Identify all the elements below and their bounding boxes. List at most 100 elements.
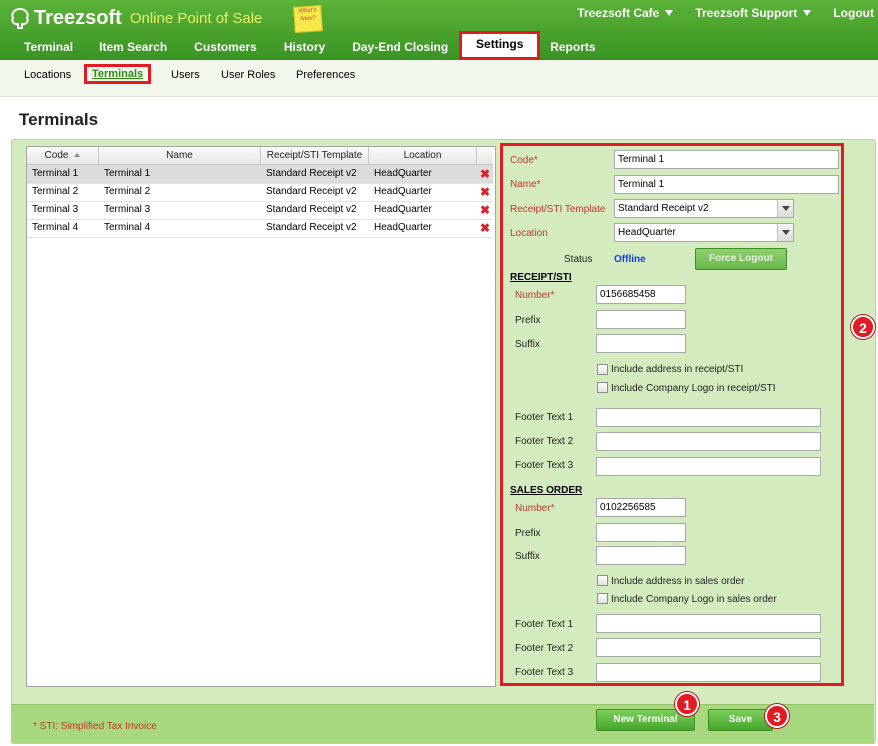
receipt-number-label: Number*	[515, 290, 555, 301]
save-button[interactable]: Save	[708, 709, 773, 731]
cell-code: Terminal 2	[32, 186, 79, 197]
col-header-template[interactable]: Receipt/STI Template	[261, 147, 369, 165]
nav-settings[interactable]: Settings	[459, 31, 541, 60]
cell-location: HeadQuarter	[374, 186, 432, 197]
nav-item-search[interactable]: Item Search	[99, 36, 167, 60]
callout-1: 1	[675, 692, 699, 716]
cell-code: Terminal 3	[32, 204, 79, 215]
status-label: Status	[564, 254, 593, 265]
brand-logo[interactable]: Treezsoft Online Point of Sale	[8, 5, 262, 31]
receipt-address-checkbox[interactable]	[597, 364, 608, 375]
chevron-down-icon	[777, 200, 793, 217]
cell-location: HeadQuarter	[374, 168, 432, 179]
cell-template: Standard Receipt v2	[266, 168, 357, 179]
chevron-down-icon	[665, 10, 674, 16]
cell-name: Terminal 3	[104, 204, 151, 215]
settings-subnav: Locations Terminals Users User Roles Pre…	[0, 60, 878, 97]
receipt-suffix-label: Suffix	[515, 339, 540, 350]
sort-asc-icon	[74, 153, 81, 157]
sales-prefix-field[interactable]	[596, 523, 686, 542]
sales-footer3-field[interactable]	[596, 663, 821, 682]
cell-location: HeadQuarter	[374, 204, 432, 215]
col-header-actions	[477, 147, 493, 165]
name-field[interactable]	[614, 175, 839, 194]
subnav-locations[interactable]: Locations	[24, 69, 71, 81]
nav-reports[interactable]: Reports	[550, 36, 595, 60]
support-menu[interactable]: Treezsoft Support	[695, 6, 812, 20]
name-label: Name*	[510, 179, 541, 190]
sales-logo-checkbox[interactable]	[597, 593, 608, 604]
receipt-logo-checkbox[interactable]	[597, 382, 608, 393]
support-menu-label: Treezsoft Support	[695, 6, 798, 20]
callout-2: 2	[851, 315, 875, 339]
template-select[interactable]: Standard Receipt v2	[614, 199, 794, 218]
sales-suffix-field[interactable]	[596, 546, 686, 565]
cell-template: Standard Receipt v2	[266, 186, 357, 197]
subnav-terminals[interactable]: Terminals	[84, 64, 152, 84]
receipt-footer3-label: Footer Text 3	[515, 460, 574, 471]
receipt-prefix-field[interactable]	[596, 310, 686, 329]
top-links: Treezsoft Cafe Treezsoft Support Logout	[577, 6, 878, 20]
delete-icon[interactable]: ✖	[480, 204, 490, 216]
nav-day-end-closing[interactable]: Day-End Closing	[352, 36, 448, 60]
receipt-footer3-field[interactable]	[596, 457, 821, 476]
subnav-preferences[interactable]: Preferences	[296, 69, 355, 81]
sales-footer2-field[interactable]	[596, 638, 821, 657]
receipt-footer1-field[interactable]	[596, 408, 821, 427]
delete-icon[interactable]: ✖	[480, 168, 490, 180]
col-header-name[interactable]: Name	[99, 147, 261, 165]
sales-logo-label: Include Company Logo in sales order	[611, 594, 777, 605]
receipt-footer2-field[interactable]	[596, 432, 821, 451]
col-header-code[interactable]: Code	[27, 147, 99, 165]
whats-new-sticker[interactable]: What's New?	[293, 5, 323, 33]
cafe-menu-label: Treezsoft Cafe	[577, 6, 660, 20]
code-field[interactable]	[614, 150, 839, 169]
table-row[interactable]: Terminal 4 Terminal 4 Standard Receipt v…	[27, 219, 493, 238]
receipt-footer2-label: Footer Text 2	[515, 436, 574, 447]
cell-name: Terminal 2	[104, 186, 151, 197]
sales-address-label: Include address in sales order	[611, 576, 745, 587]
sales-section-title: SALES ORDER	[510, 485, 583, 496]
location-select[interactable]: HeadQuarter	[614, 223, 794, 242]
subnav-users[interactable]: Users	[171, 69, 200, 81]
col-header-location[interactable]: Location	[369, 147, 477, 165]
receipt-address-label: Include address in receipt/STI	[611, 364, 744, 375]
sales-address-checkbox[interactable]	[597, 575, 608, 586]
force-logout-button[interactable]: Force Logout	[695, 248, 787, 270]
location-select-value: HeadQuarter	[618, 227, 676, 238]
nav-customers[interactable]: Customers	[194, 36, 257, 60]
table-row[interactable]: Terminal 3 Terminal 3 Standard Receipt v…	[27, 201, 493, 220]
receipt-suffix-field[interactable]	[596, 334, 686, 353]
app-header: Treezsoft Online Point of Sale What's Ne…	[0, 0, 878, 60]
tree-logo-icon	[11, 7, 29, 29]
subnav-user-roles[interactable]: User Roles	[221, 69, 275, 81]
nav-history[interactable]: History	[284, 36, 325, 60]
cell-location: HeadQuarter	[374, 222, 432, 233]
delete-icon[interactable]: ✖	[480, 186, 490, 198]
brand-tagline: Online Point of Sale	[129, 9, 263, 27]
sales-number-field[interactable]	[596, 498, 686, 517]
location-label: Location	[510, 228, 548, 239]
sales-footer1-field[interactable]	[596, 614, 821, 633]
cell-name: Terminal 4	[104, 222, 151, 233]
col-header-code-label: Code	[44, 150, 69, 161]
logout-link[interactable]: Logout	[833, 6, 874, 20]
chevron-down-icon	[803, 10, 812, 16]
receipt-prefix-label: Prefix	[515, 315, 541, 326]
nav-terminal[interactable]: Terminal	[24, 36, 73, 60]
cafe-menu[interactable]: Treezsoft Cafe	[577, 6, 674, 20]
template-label: Receipt/STI Template	[510, 204, 606, 215]
sales-footer1-label: Footer Text 1	[515, 619, 574, 630]
delete-icon[interactable]: ✖	[480, 222, 490, 234]
cell-template: Standard Receipt v2	[266, 222, 357, 233]
sales-suffix-label: Suffix	[515, 551, 540, 562]
chevron-down-icon	[777, 224, 793, 241]
terminals-grid: Code Name Receipt/STI Template Location …	[26, 146, 496, 687]
cell-name: Terminal 1	[104, 168, 151, 179]
page-title: Terminals	[19, 110, 99, 129]
receipt-number-field[interactable]	[596, 285, 686, 304]
table-row[interactable]: Terminal 1 Terminal 1 Standard Receipt v…	[27, 165, 493, 184]
code-label: Code*	[510, 155, 538, 166]
table-row[interactable]: Terminal 2 Terminal 2 Standard Receipt v…	[27, 183, 493, 202]
sales-footer2-label: Footer Text 2	[515, 643, 574, 654]
